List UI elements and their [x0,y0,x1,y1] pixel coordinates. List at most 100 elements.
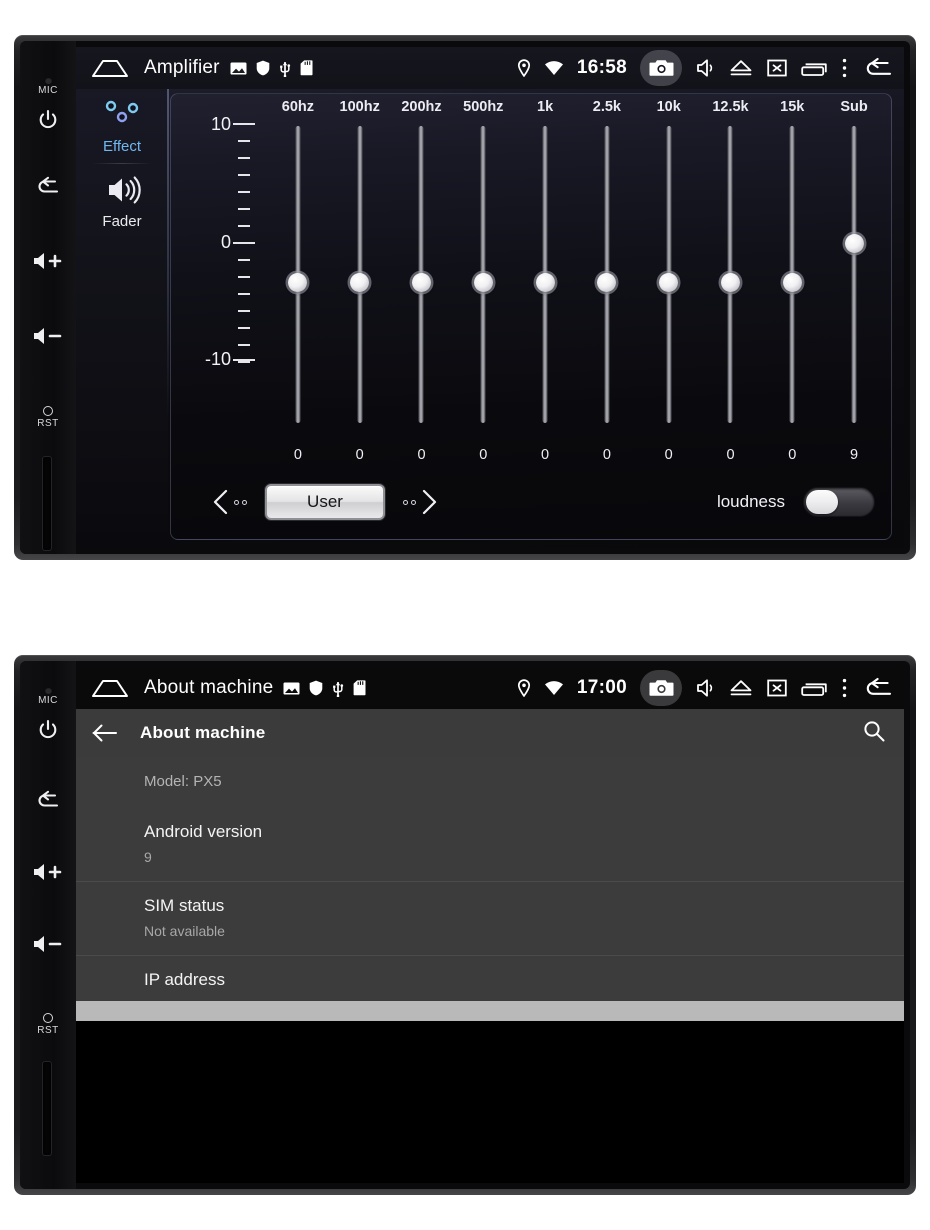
loudness-toggle[interactable] [803,487,875,517]
status-bar-right: 17:00 [517,670,894,706]
eq-slider-track [851,126,857,423]
eq-slider[interactable] [514,120,576,445]
image-icon [230,62,247,74]
eq-slider[interactable] [823,120,885,445]
sd-card-slot[interactable] [42,456,52,551]
mic-button[interactable]: MIC [20,687,76,706]
sidebar-item-fader[interactable]: Fader [76,166,168,230]
eject-icon[interactable] [729,58,753,78]
reset-icon [43,1013,53,1023]
volume-down-button[interactable] [20,933,76,955]
eq-slider-knob[interactable] [720,273,740,292]
back-button-hw[interactable] [20,789,76,813]
volume-up-button[interactable] [20,250,76,272]
eq-slider[interactable] [576,120,638,445]
list-item-value: Not available [144,923,225,939]
mic-button[interactable]: MIC [20,77,76,96]
back-button-hw[interactable] [20,175,76,199]
rst-label: RST [37,1025,59,1036]
eq-slider[interactable] [329,120,391,445]
reset-button[interactable]: RST [20,406,76,429]
eq-slider[interactable] [700,120,762,445]
eq-slider[interactable] [761,120,823,445]
about-app-bar: About machine [76,709,904,757]
about-settings-list: Model: PX5 Android version 9 SIM status … [76,757,904,1021]
screenshot-button[interactable] [640,670,682,706]
recents-icon[interactable] [801,678,828,698]
sidebar-item-label: Effect [102,138,142,155]
axis-label-max: 10 [210,114,231,134]
amplifier-body: Effect Fader 10 0 -10 60hz 0 100hz 0 200… [76,89,904,548]
preset-dots [234,499,247,505]
screenshot-button[interactable] [640,50,682,86]
mute-icon[interactable] [695,58,716,78]
eq-slider-knob[interactable] [288,273,308,292]
rst-label: RST [37,418,59,429]
eject-icon[interactable] [729,678,753,698]
model-line: Model: PX5 [144,773,222,790]
axis-label-min: -10 [204,349,231,369]
reset-button[interactable]: RST [20,1013,76,1036]
overflow-icon[interactable] [841,677,848,699]
eq-slider-knob[interactable] [597,273,617,292]
eq-band: 500hz 0 [452,94,514,465]
head-unit-device-about: MIC RST About machine 17:00 About machin… [14,655,916,1195]
screen-off-icon[interactable] [766,678,788,698]
scroll-overlay-bar[interactable] [76,1001,904,1021]
eq-slider[interactable] [391,120,453,445]
page-title: About machine [140,723,266,742]
eq-slider-knob[interactable] [535,273,555,292]
head-unit-device-amplifier: MIC RST Amplifier 16:58 Effect Fader 10 … [14,35,916,560]
status-tray-icons [230,60,313,77]
eq-slider[interactable] [452,120,514,445]
device-inner-about: MIC RST About machine 17:00 About machin… [20,661,910,1189]
power-button[interactable] [20,718,76,742]
power-icon [39,719,57,739]
eq-slider[interactable] [638,120,700,445]
back-icon[interactable] [861,677,894,699]
eq-slider[interactable] [267,120,329,445]
eq-slider-knob[interactable] [350,273,370,292]
recents-icon[interactable] [801,58,828,78]
mute-icon[interactable] [695,678,716,698]
equalizer-sliders: 60hz 0 100hz 0 200hz 0 500hz 0 1k 0 2.5k… [267,94,885,465]
arrow-left-icon[interactable] [92,723,118,743]
app-title: About machine [144,677,274,698]
preset-prev-button[interactable] [211,489,247,515]
home-icon[interactable] [90,57,130,79]
overflow-icon[interactable] [841,57,848,79]
eq-band-frequency: 1k [537,99,554,115]
eq-slider-knob[interactable] [782,273,802,292]
equalizer-axis-labels: 10 0 -10 [185,94,231,465]
list-item[interactable]: Android version 9 [76,790,904,881]
shield-icon [256,60,270,76]
power-button[interactable] [20,108,76,132]
list-item[interactable]: SIM status Not available [76,882,904,955]
preset-dots [403,499,416,505]
back-icon [38,176,59,193]
eq-slider-knob[interactable] [844,234,864,253]
eq-band-value: 0 [726,447,735,463]
blank-area [76,1053,904,1183]
eq-slider-knob[interactable] [411,273,431,292]
reset-icon [43,406,53,416]
sidebar-item-effect[interactable]: Effect [76,89,168,155]
search-button[interactable] [862,719,886,748]
mic-label: MIC [38,695,58,706]
eq-band-frequency: 100hz [339,99,380,115]
screen-off-icon[interactable] [766,58,788,78]
sidebar-divider [92,163,152,164]
volume-down-icon [34,328,62,344]
home-icon[interactable] [90,677,130,699]
eq-band-frequency: Sub [840,99,868,115]
sd-card-slot[interactable] [42,1061,52,1156]
eq-band: 1k 0 [514,94,576,465]
status-bar-right: 16:58 [517,50,894,86]
volume-down-button[interactable] [20,325,76,347]
preset-name-button[interactable]: User [265,484,385,520]
volume-up-button[interactable] [20,861,76,883]
back-icon[interactable] [861,57,894,79]
eq-slider-knob[interactable] [473,273,493,292]
preset-next-button[interactable] [403,489,439,515]
eq-slider-knob[interactable] [659,273,679,292]
